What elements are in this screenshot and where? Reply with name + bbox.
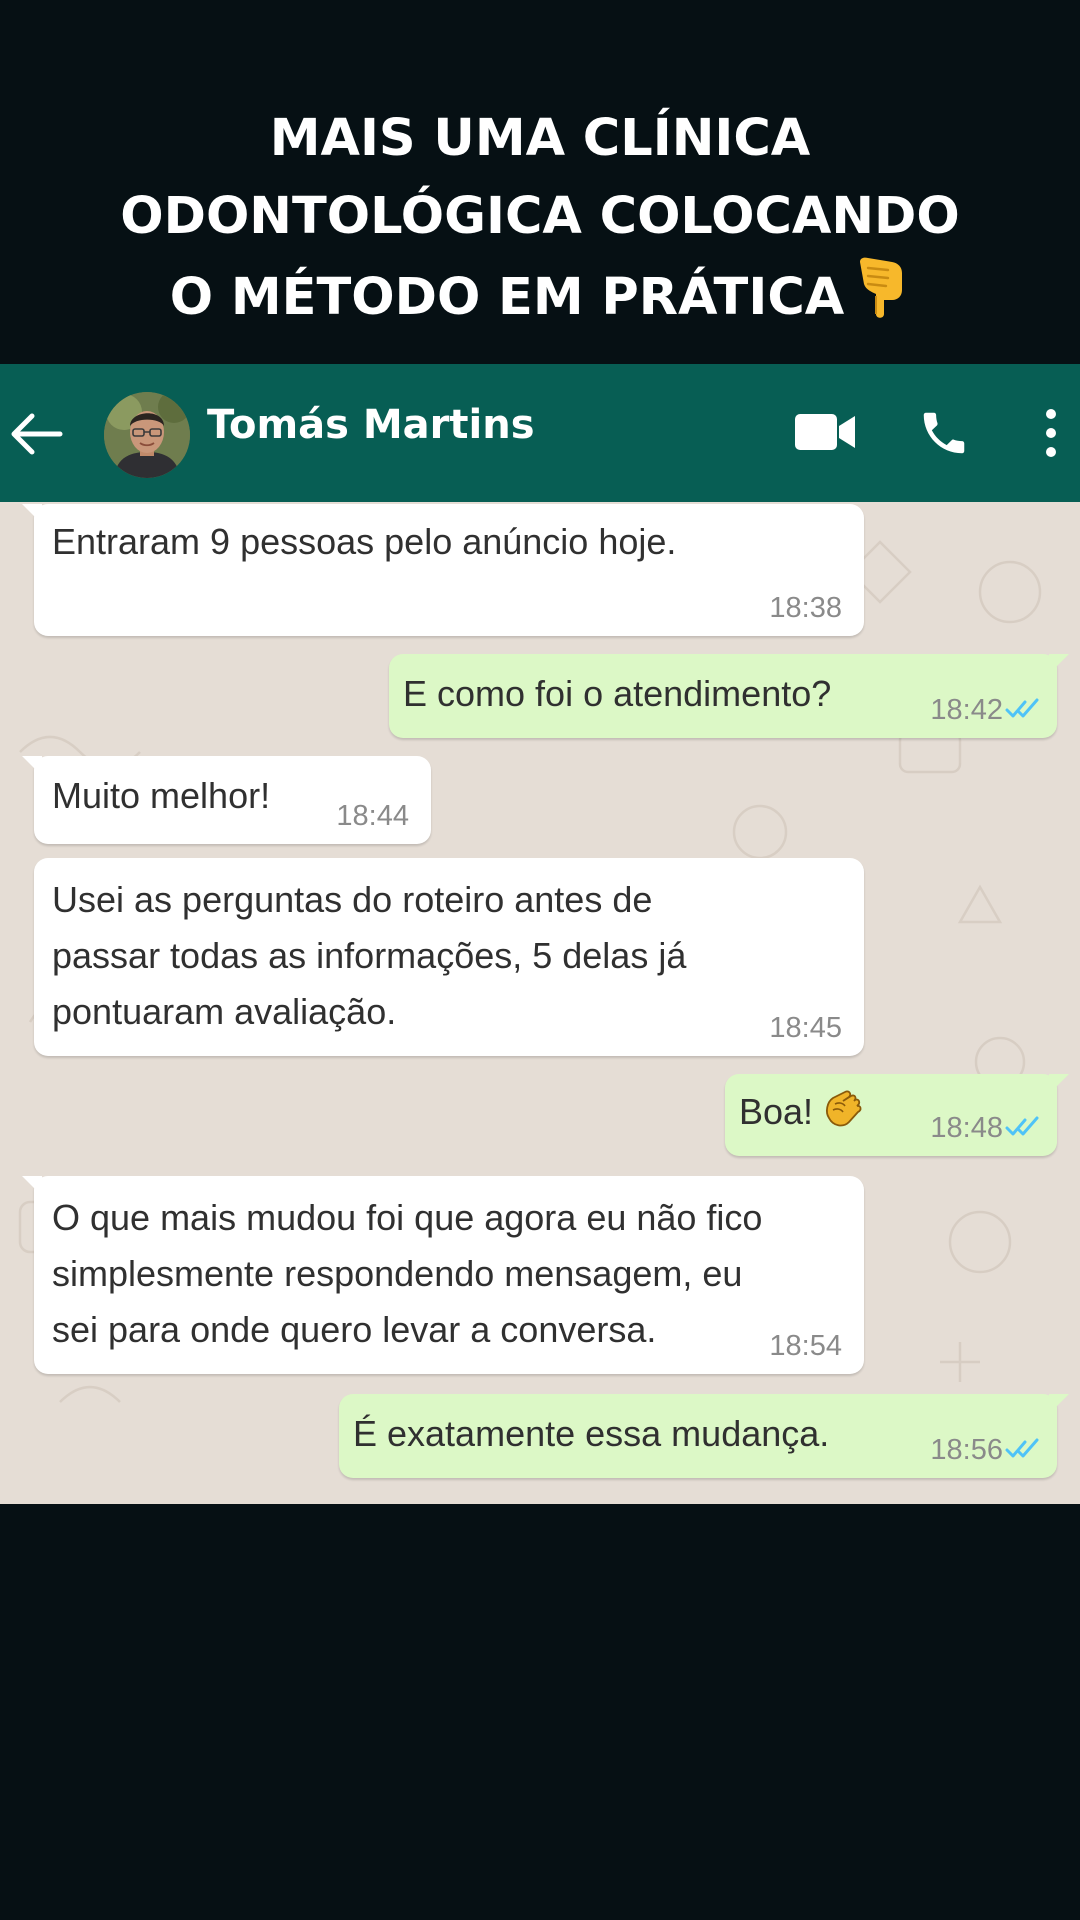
- clapping-hands-icon: [819, 1088, 863, 1148]
- chat-header: Tomás Martins: [0, 364, 1080, 502]
- message-text: É exatamente essa mudança.: [353, 1413, 830, 1454]
- back-arrow-icon: [11, 413, 63, 455]
- message-text: Entraram 9 pessoas pelo anúncio hoje.: [52, 521, 677, 562]
- message-list[interactable]: Entraram 9 pessoas pelo anúncio hoje. 18…: [0, 502, 1080, 1504]
- message-text-content: Boa!: [739, 1091, 814, 1132]
- message-time: 18:54: [769, 1330, 842, 1362]
- message-bubble-outgoing[interactable]: Boa! 18:48: [725, 1074, 1069, 1156]
- message-bubble-incoming[interactable]: Entraram 9 pessoas pelo anúncio hoje. 18…: [22, 504, 864, 636]
- phone-icon: [923, 412, 965, 454]
- bubble-tail: [1049, 1394, 1069, 1414]
- bubble-tail: [1049, 654, 1069, 674]
- bubble-tail: [22, 1176, 42, 1196]
- message-bubble-outgoing[interactable]: E como foi o atendimento? 18:42: [389, 654, 1069, 738]
- message-meta: 18:56: [930, 1430, 1043, 1470]
- message-line: sei para onde quero levar a conversa.: [52, 1309, 657, 1350]
- headline: MAIS UMA CLÍNICA ODONTOLÓGICA COLOCANDO …: [0, 100, 1080, 343]
- message-line: pontuaram avaliação.: [52, 991, 397, 1032]
- message-bubble-incoming[interactable]: Usei as perguntas do roteiro antes de pa…: [34, 858, 864, 1056]
- message-text: Usei as perguntas do roteiro antes de pa…: [52, 872, 686, 1040]
- bubble-tail: [1049, 1074, 1069, 1094]
- message-meta: 18:42: [930, 690, 1043, 730]
- message-time: 18:48: [930, 1112, 1003, 1144]
- more-options-button[interactable]: [1036, 406, 1066, 460]
- message-bubble-incoming[interactable]: O que mais mudou foi que agora eu não fi…: [22, 1176, 864, 1374]
- message-line: simplesmente respondendo mensagem, eu: [52, 1253, 743, 1294]
- video-call-button[interactable]: [793, 410, 857, 454]
- message-line: Usei as perguntas do roteiro antes de: [52, 879, 653, 920]
- message-text: E como foi o atendimento?: [403, 673, 832, 714]
- voice-call-button[interactable]: [917, 406, 971, 460]
- message-time: 18:56: [930, 1434, 1003, 1466]
- contact-name[interactable]: Tomás Martins: [207, 402, 535, 448]
- video-camera-icon: [795, 414, 855, 450]
- message-line: passar todas as informações, 5 delas já: [52, 935, 687, 976]
- headline-line-2: ODONTOLÓGICA COLOCANDO: [120, 187, 960, 246]
- bubble-tail: [22, 504, 42, 524]
- more-vertical-icon: [1046, 409, 1056, 457]
- message-text: O que mais mudou foi que agora eu não fi…: [52, 1190, 762, 1358]
- message-bubble-incoming[interactable]: Muito melhor! 18:44: [22, 756, 431, 844]
- back-button[interactable]: [6, 404, 66, 464]
- message-time: 18:44: [336, 800, 409, 832]
- headline-line-1: MAIS UMA CLÍNICA: [269, 109, 811, 168]
- bottom-background: [0, 1504, 1080, 1920]
- message-time: 18:38: [769, 592, 842, 624]
- bubble-tail: [22, 756, 42, 776]
- message-text: Muito melhor!: [52, 775, 271, 816]
- double-check-icon: [1005, 1438, 1039, 1458]
- double-check-icon: [1005, 698, 1039, 718]
- double-check-icon: [1005, 1116, 1039, 1136]
- message-bubble-outgoing[interactable]: É exatamente essa mudança. 18:56: [339, 1394, 1069, 1478]
- headline-line-3: O MÉTODO EM PRÁTICA: [0, 256, 1080, 343]
- headline-line-3-text: O MÉTODO EM PRÁTICA: [169, 268, 845, 327]
- message-text: Boa!: [739, 1084, 863, 1148]
- message-meta: 18:48: [930, 1108, 1043, 1148]
- message-time: 18:45: [769, 1012, 842, 1044]
- pointing-down-hand-icon: [854, 256, 910, 343]
- message-line: O que mais mudou foi que agora eu não fi…: [52, 1197, 763, 1238]
- avatar[interactable]: [104, 392, 190, 478]
- chat-window: Tomás Martins Entraram 9 pessoas pelo an…: [0, 364, 1080, 1504]
- message-time: 18:42: [930, 694, 1003, 726]
